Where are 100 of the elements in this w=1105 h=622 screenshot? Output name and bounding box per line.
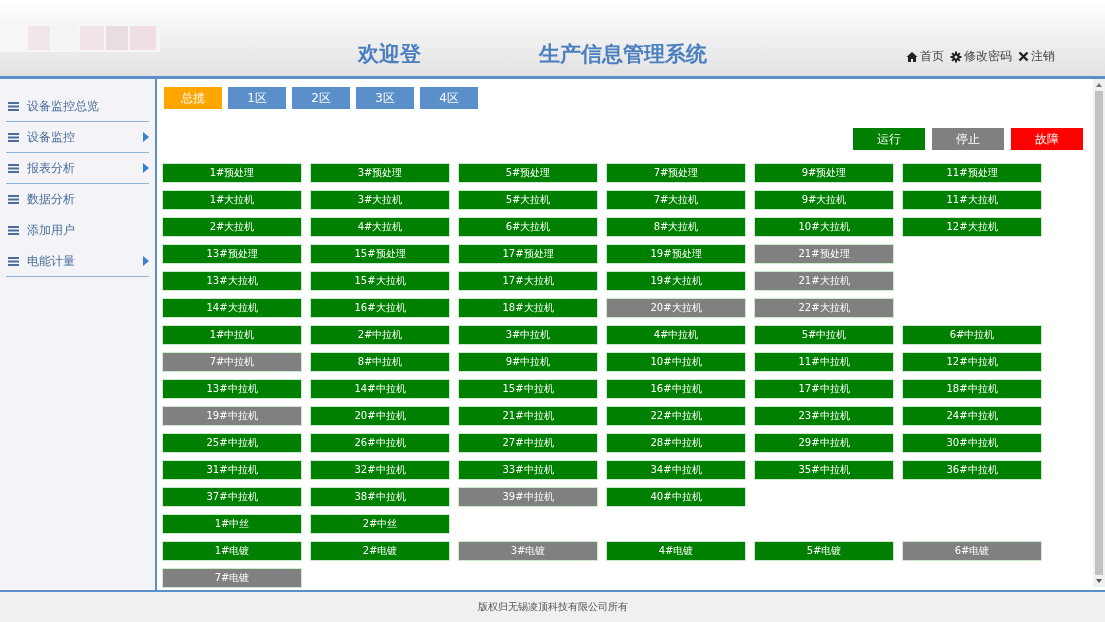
- device-status[interactable]: 17#中拉机: [755, 380, 893, 398]
- device-status[interactable]: 35#中拉机: [755, 461, 893, 479]
- device-status[interactable]: 15#中拉机: [459, 380, 597, 398]
- home-icon: [906, 50, 918, 63]
- device-status[interactable]: 22#大拉机: [755, 299, 893, 317]
- device-status[interactable]: 31#中拉机: [163, 461, 301, 479]
- device-status[interactable]: 5#电镀: [755, 542, 893, 560]
- device-status[interactable]: 11#大拉机: [903, 191, 1041, 209]
- device-status[interactable]: 4#中拉机: [607, 326, 745, 344]
- device-status[interactable]: 7#电镀: [163, 569, 301, 587]
- device-status[interactable]: 1#中拉机: [163, 326, 301, 344]
- device-status[interactable]: 18#中拉机: [903, 380, 1041, 398]
- device-status[interactable]: 3#电镀: [459, 542, 597, 560]
- zone-tab[interactable]: 4区: [420, 87, 478, 109]
- menu-icon: [8, 194, 19, 204]
- device-status[interactable]: 26#中拉机: [311, 434, 449, 452]
- zone-tab[interactable]: 2区: [292, 87, 350, 109]
- header-link[interactable]: 首页: [906, 48, 944, 65]
- device-status[interactable]: 13#预处理: [163, 245, 301, 263]
- device-status[interactable]: 22#中拉机: [607, 407, 745, 425]
- device-status[interactable]: 39#中拉机: [459, 488, 597, 506]
- device-status[interactable]: 16#中拉机: [607, 380, 745, 398]
- device-status[interactable]: 10#中拉机: [607, 353, 745, 371]
- device-status[interactable]: 23#中拉机: [755, 407, 893, 425]
- device-status[interactable]: 4#电镀: [607, 542, 745, 560]
- device-status[interactable]: 14#中拉机: [311, 380, 449, 398]
- zone-tab[interactable]: 3区: [356, 87, 414, 109]
- device-status[interactable]: 27#中拉机: [459, 434, 597, 452]
- device-status[interactable]: 16#大拉机: [311, 299, 449, 317]
- device-status[interactable]: 33#中拉机: [459, 461, 597, 479]
- device-status[interactable]: 8#中拉机: [311, 353, 449, 371]
- device-status[interactable]: 7#大拉机: [607, 191, 745, 209]
- device-status[interactable]: 6#中拉机: [903, 326, 1041, 344]
- zone-tab[interactable]: 1区: [228, 87, 286, 109]
- device-status[interactable]: 19#大拉机: [607, 272, 745, 290]
- device-status[interactable]: 3#预处理: [311, 164, 449, 182]
- device-status[interactable]: 20#中拉机: [311, 407, 449, 425]
- device-status[interactable]: 18#大拉机: [459, 299, 597, 317]
- device-status[interactable]: 29#中拉机: [755, 434, 893, 452]
- device-status[interactable]: 3#中拉机: [459, 326, 597, 344]
- caret-icon: [143, 163, 149, 173]
- device-status[interactable]: 5#大拉机: [459, 191, 597, 209]
- device-status[interactable]: 1#预处理: [163, 164, 301, 182]
- device-status[interactable]: 36#中拉机: [903, 461, 1041, 479]
- device-status[interactable]: 30#中拉机: [903, 434, 1041, 452]
- device-status[interactable]: 14#大拉机: [163, 299, 301, 317]
- device-status[interactable]: 11#预处理: [903, 164, 1041, 182]
- device-status[interactable]: 21#中拉机: [459, 407, 597, 425]
- device-status[interactable]: 9#中拉机: [459, 353, 597, 371]
- device-status[interactable]: 19#预处理: [607, 245, 745, 263]
- device-status[interactable]: 21#大拉机: [755, 272, 893, 290]
- device-status[interactable]: 11#中拉机: [755, 353, 893, 371]
- device-status[interactable]: 9#预处理: [755, 164, 893, 182]
- sidebar-item[interactable]: 电能计量: [6, 246, 149, 277]
- device-status[interactable]: 1#大拉机: [163, 191, 301, 209]
- device-status[interactable]: 15#大拉机: [311, 272, 449, 290]
- device-status[interactable]: 25#中拉机: [163, 434, 301, 452]
- sidebar-item[interactable]: 数据分析: [6, 184, 149, 215]
- device-status[interactable]: 38#中拉机: [311, 488, 449, 506]
- device-status[interactable]: 20#大拉机: [607, 299, 745, 317]
- device-status[interactable]: 12#大拉机: [903, 218, 1041, 236]
- device-status[interactable]: 6#大拉机: [459, 218, 597, 236]
- device-status[interactable]: 2#大拉机: [163, 218, 301, 236]
- device-status[interactable]: 7#预处理: [607, 164, 745, 182]
- header-link[interactable]: 修改密码: [950, 48, 1012, 65]
- device-status[interactable]: 2#电镀: [311, 542, 449, 560]
- device-status[interactable]: 12#中拉机: [903, 353, 1041, 371]
- device-status[interactable]: 1#中丝: [163, 515, 301, 533]
- device-status[interactable]: 13#中拉机: [163, 380, 301, 398]
- device-status[interactable]: 32#中拉机: [311, 461, 449, 479]
- sidebar-item[interactable]: 添加用户: [6, 215, 149, 246]
- header-link[interactable]: 注销: [1018, 48, 1055, 65]
- device-status[interactable]: 8#大拉机: [607, 218, 745, 236]
- device-status[interactable]: 6#电镀: [903, 542, 1041, 560]
- device-status[interactable]: 5#中拉机: [755, 326, 893, 344]
- device-status[interactable]: 1#电镀: [163, 542, 301, 560]
- device-status[interactable]: 17#大拉机: [459, 272, 597, 290]
- device-status[interactable]: 10#大拉机: [755, 218, 893, 236]
- device-status[interactable]: 7#中拉机: [163, 353, 301, 371]
- device-status[interactable]: 15#预处理: [311, 245, 449, 263]
- menu-icon: [8, 101, 19, 111]
- device-status[interactable]: 24#中拉机: [903, 407, 1041, 425]
- device-status[interactable]: 40#中拉机: [607, 488, 745, 506]
- device-status[interactable]: 13#大拉机: [163, 272, 301, 290]
- sidebar-item[interactable]: 报表分析: [6, 153, 149, 184]
- close-icon: [1018, 51, 1029, 62]
- device-status[interactable]: 19#中拉机: [163, 407, 301, 425]
- device-status[interactable]: 34#中拉机: [607, 461, 745, 479]
- sidebar-item[interactable]: 设备监控总览: [6, 91, 149, 122]
- device-status[interactable]: 5#预处理: [459, 164, 597, 182]
- device-status[interactable]: 37#中拉机: [163, 488, 301, 506]
- device-status[interactable]: 17#预处理: [459, 245, 597, 263]
- device-status[interactable]: 3#大拉机: [311, 191, 449, 209]
- device-status[interactable]: 2#中拉机: [311, 326, 449, 344]
- device-status[interactable]: 9#大拉机: [755, 191, 893, 209]
- device-status[interactable]: 21#预处理: [755, 245, 893, 263]
- sidebar-item[interactable]: 设备监控: [6, 122, 149, 153]
- device-status[interactable]: 28#中拉机: [607, 434, 745, 452]
- device-status[interactable]: 2#中丝: [311, 515, 449, 533]
- device-status[interactable]: 4#大拉机: [311, 218, 449, 236]
